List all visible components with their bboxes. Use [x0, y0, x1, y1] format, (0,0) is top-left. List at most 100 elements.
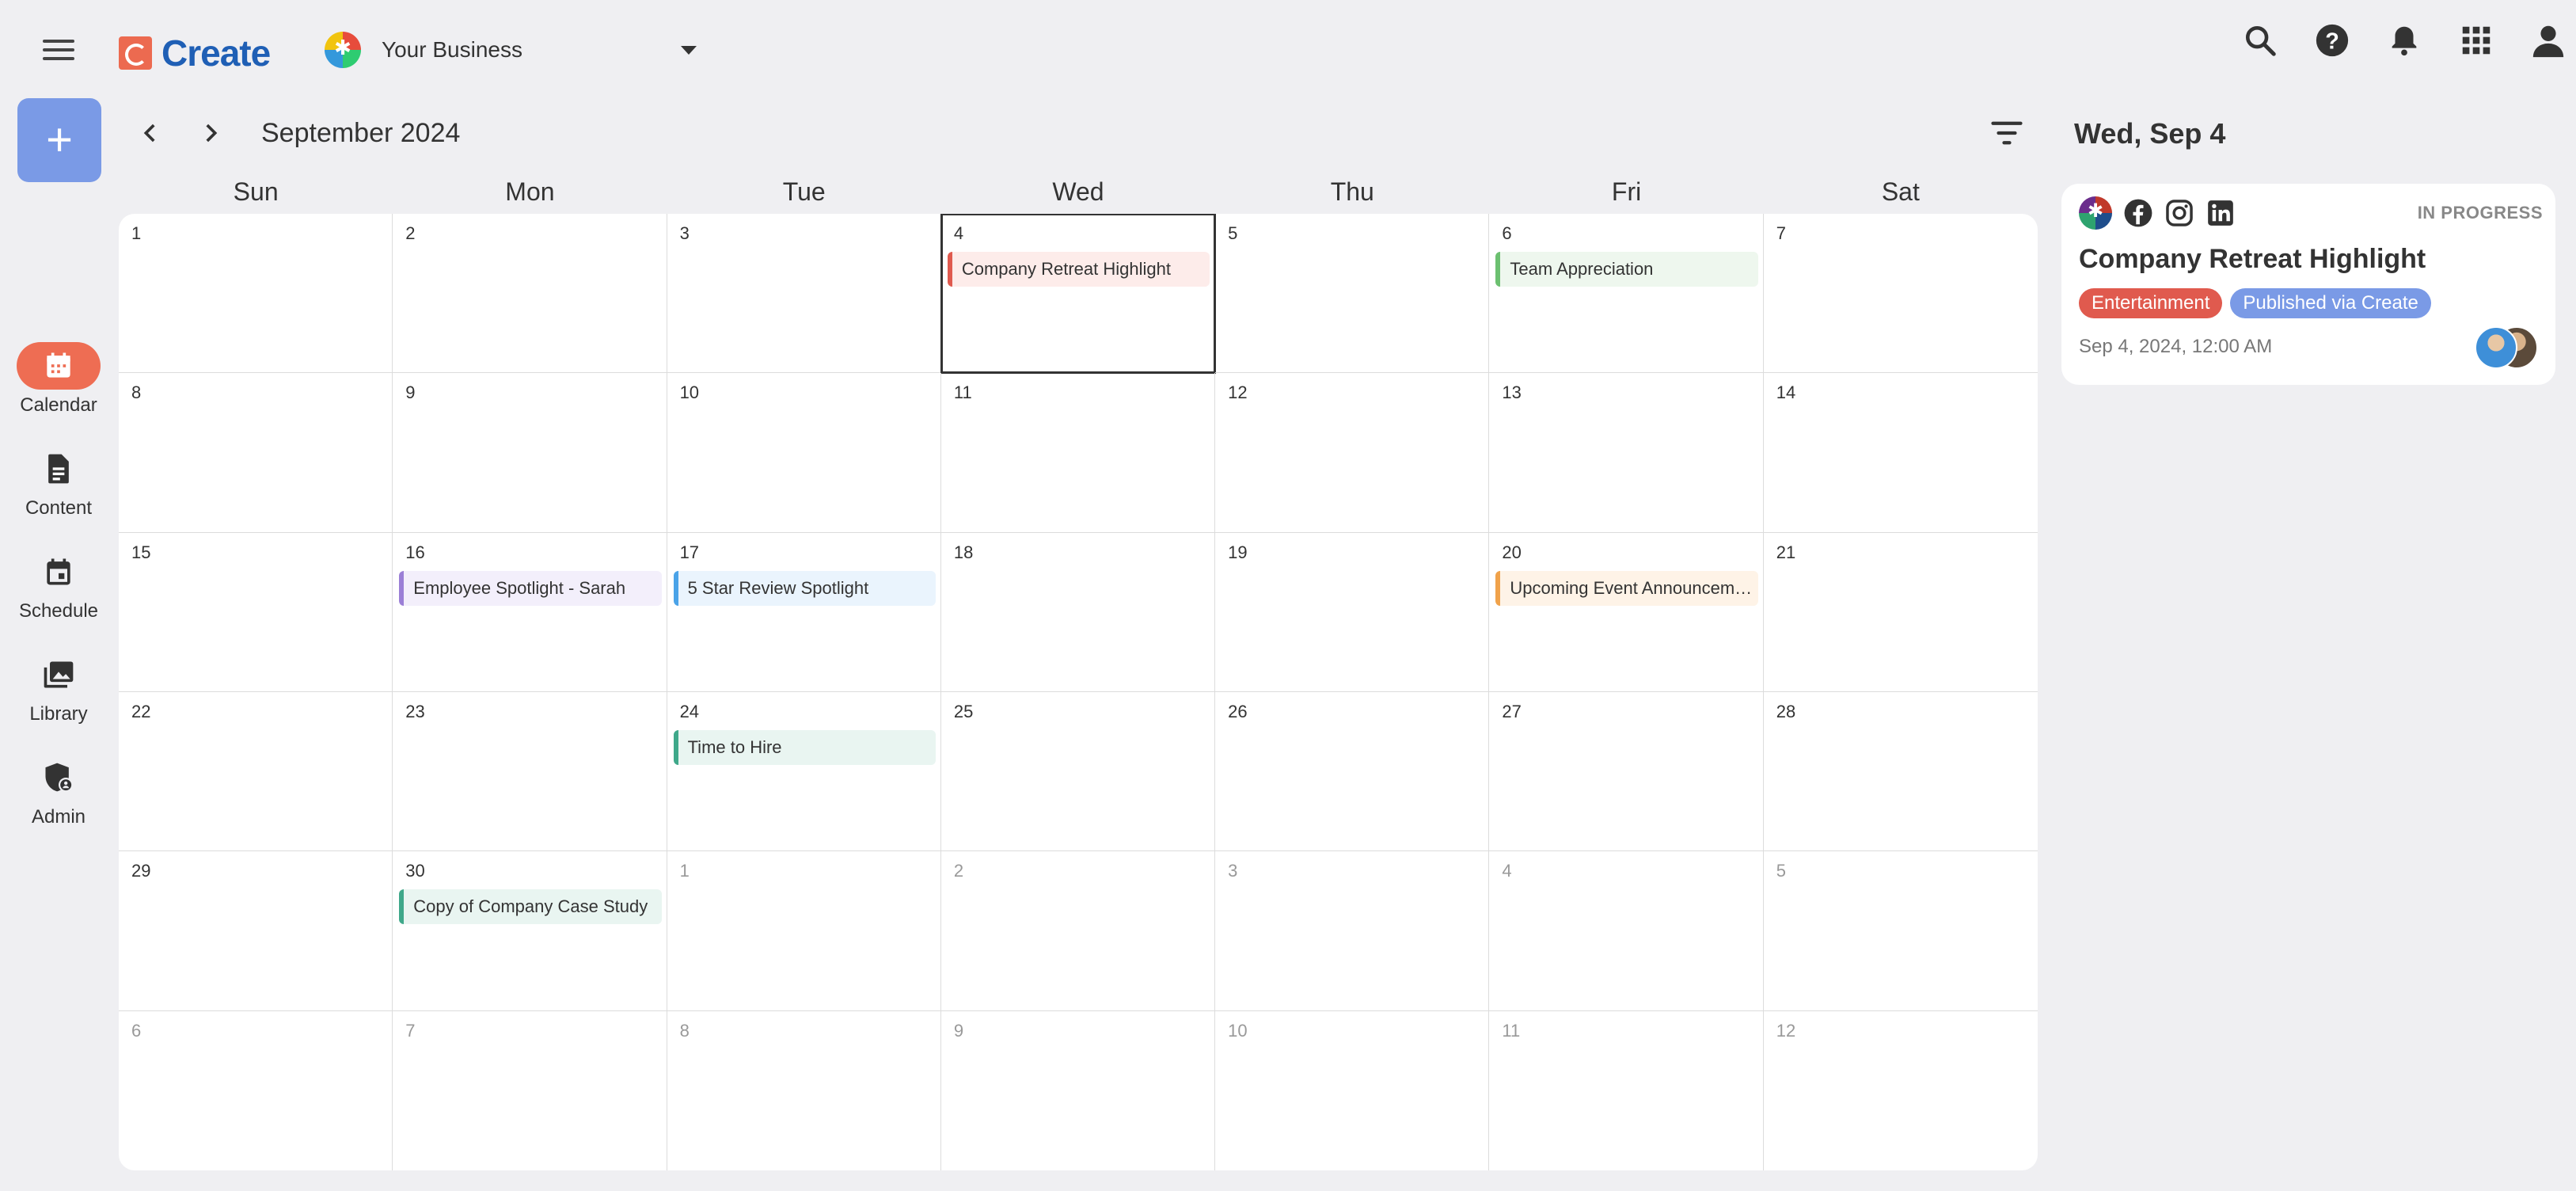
filter-icon[interactable] [1990, 119, 2023, 147]
day-cell[interactable]: 25 [940, 691, 1216, 852]
day-cell[interactable]: 3 [667, 214, 941, 374]
nav-label: Content [25, 497, 93, 519]
calendar-event[interactable]: Upcoming Event Announceme... [1495, 570, 1758, 606]
notifications-bell-icon[interactable] [2386, 22, 2422, 59]
create-new-button[interactable]: + [17, 98, 101, 182]
calendar-event[interactable]: Time to Hire [673, 729, 936, 765]
day-cell[interactable]: 23 [393, 691, 667, 852]
month-navigation: September 2024 [135, 117, 460, 149]
day-number: 7 [405, 1020, 416, 1041]
day-number: 12 [1776, 1020, 1796, 1041]
nav-library[interactable]: Library [0, 651, 117, 725]
day-cell[interactable]: 6 Team Appreciation [1489, 214, 1764, 374]
nav-schedule[interactable]: Schedule [0, 548, 117, 622]
day-cell[interactable]: 15 [119, 532, 393, 692]
day-number: 5 [1228, 223, 1238, 243]
app-logo[interactable]: Create [119, 32, 271, 74]
day-cell[interactable]: 9 [393, 373, 667, 533]
day-cell[interactable]: 7 [393, 1010, 667, 1170]
calendar-event[interactable]: 5 Star Review Spotlight [673, 570, 936, 606]
business-avatar-icon [2079, 196, 2112, 230]
day-number: 6 [131, 1020, 142, 1041]
day-cell[interactable]: 6 [119, 1010, 393, 1170]
business-avatar-icon [325, 32, 361, 68]
day-cell[interactable]: 30 Copy of Company Case Study [393, 851, 667, 1011]
day-cell[interactable]: 7 [1763, 214, 2038, 374]
day-number: 1 [131, 223, 142, 243]
assignee-avatars[interactable] [2475, 326, 2540, 371]
help-icon[interactable]: ? [2314, 22, 2350, 59]
day-cell[interactable]: 9 [941, 1010, 1216, 1170]
day-cell[interactable]: 13 [1489, 373, 1764, 533]
day-cell[interactable]: 1 [667, 851, 941, 1011]
day-cell[interactable]: 5 [1763, 851, 2038, 1011]
day-cell[interactable]: 17 5 Star Review Spotlight [667, 532, 941, 692]
day-number: 27 [1502, 701, 1522, 721]
facebook-icon [2124, 199, 2152, 227]
day-cell[interactable]: 20 Upcoming Event Announceme... [1489, 532, 1764, 692]
nav-admin[interactable]: Admin [0, 754, 117, 828]
nav-calendar[interactable]: Calendar [0, 342, 117, 417]
previous-month-button[interactable] [135, 117, 166, 149]
instagram-icon [2166, 200, 2193, 226]
library-icon [44, 661, 74, 688]
svg-text:?: ? [2325, 29, 2339, 55]
business-dropdown-caret-icon[interactable] [681, 46, 697, 55]
user-avatar-icon[interactable] [2530, 22, 2567, 59]
day-cell[interactable]: 1 [119, 214, 393, 374]
menu-button[interactable] [43, 38, 74, 62]
search-icon[interactable] [2242, 22, 2278, 59]
day-cell[interactable]: 16 Employee Spotlight - Sarah [393, 532, 667, 692]
day-number: 14 [1776, 382, 1796, 403]
day-cell[interactable]: 10 [667, 373, 941, 533]
calendar-icon [47, 352, 70, 378]
weekday-label: Sat [1881, 177, 1920, 206]
calendar-event[interactable]: Team Appreciation [1495, 252, 1758, 287]
day-cell[interactable]: 8 [667, 1010, 941, 1170]
nav-content[interactable]: Content [0, 445, 117, 519]
calendar-event[interactable]: Copy of Company Case Study [399, 889, 662, 925]
day-cell[interactable]: 27 [1489, 691, 1764, 852]
day-cell[interactable]: 4 [1489, 851, 1764, 1011]
day-cell[interactable]: 2 [393, 214, 667, 374]
day-cell[interactable]: 11 [1489, 1010, 1764, 1170]
day-number: 24 [679, 701, 700, 721]
day-number: 10 [1228, 1020, 1248, 1041]
day-cell[interactable]: 22 [119, 691, 393, 852]
post-card[interactable]: IN PROGRESS Company Retreat Highlight En… [2061, 184, 2555, 385]
day-number: 9 [405, 382, 416, 403]
business-selector[interactable]: Your Business [325, 32, 522, 68]
calendar-event[interactable]: Company Retreat Highlight [947, 252, 1210, 287]
day-cell[interactable]: 5 [1215, 214, 1490, 374]
day-cell[interactable]: 8 [119, 373, 393, 533]
day-cell[interactable]: 18 [940, 532, 1216, 692]
day-number: 3 [679, 223, 690, 243]
day-number: 9 [953, 1020, 964, 1041]
day-cell[interactable]: 12 [1215, 373, 1490, 533]
day-cell[interactable]: 11 [940, 373, 1216, 533]
day-cell[interactable]: 21 [1763, 533, 2038, 692]
day-cell[interactable]: 4 Company Retreat Highlight [940, 214, 1217, 375]
weekday-label: Wed [1052, 177, 1104, 206]
day-cell[interactable]: 12 [1764, 1011, 2038, 1170]
day-cell[interactable]: 10 [1215, 1010, 1490, 1170]
create-logo-icon [119, 36, 152, 70]
card-network-icons [2079, 196, 2236, 230]
day-cell[interactable]: 28 [1763, 692, 2038, 852]
weekday-label: Thu [1330, 177, 1374, 206]
day-cell[interactable]: 29 [119, 851, 393, 1011]
apps-grid-icon[interactable] [2458, 22, 2494, 59]
day-cell[interactable]: 3 [1215, 851, 1490, 1011]
selected-date-title: Wed, Sep 4 [2074, 117, 2226, 150]
avatar [2475, 326, 2517, 369]
day-number: 6 [1502, 223, 1512, 243]
day-cell[interactable]: 14 [1763, 373, 2038, 533]
day-number: 10 [679, 382, 700, 403]
day-cell[interactable]: 19 [1215, 532, 1490, 692]
day-number: 2 [405, 223, 416, 243]
calendar-event[interactable]: Employee Spotlight - Sarah [399, 570, 662, 606]
day-cell[interactable]: 2 [940, 851, 1216, 1011]
next-month-button[interactable] [195, 117, 226, 149]
day-cell[interactable]: 26 [1215, 691, 1490, 852]
day-cell[interactable]: 24 Time to Hire [667, 691, 941, 852]
